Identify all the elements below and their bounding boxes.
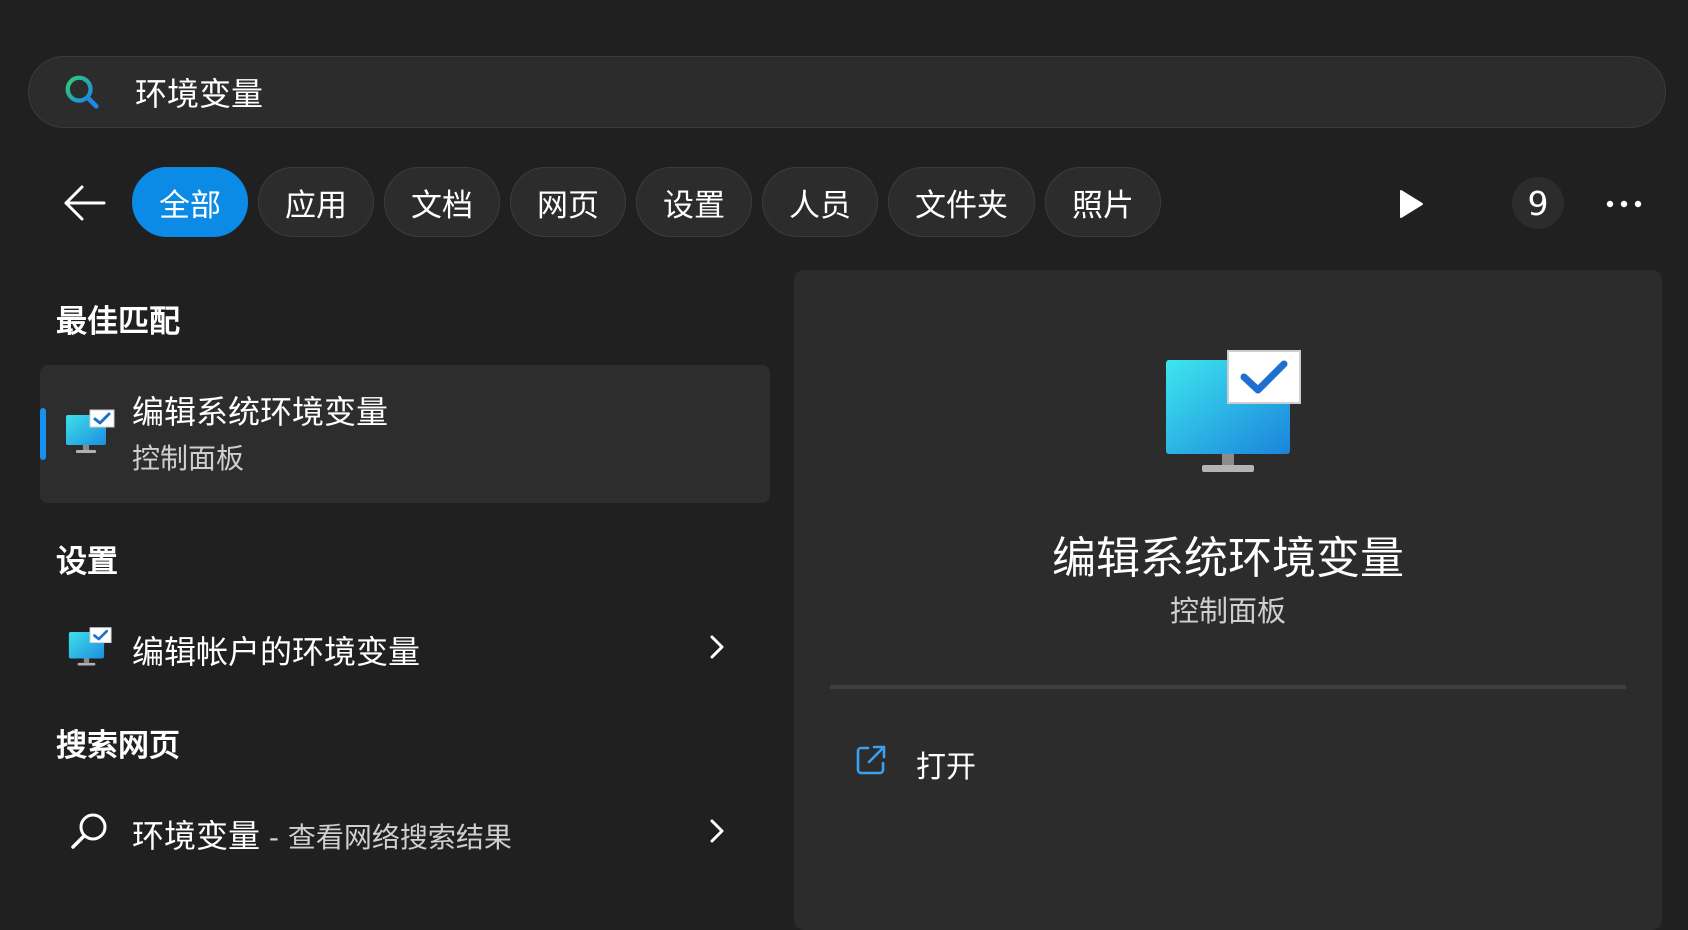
settings-result-item[interactable]: 编辑帐户的环境变量 (40, 607, 770, 687)
best-match-subtitle: 控制面板 (132, 442, 245, 475)
search-bar[interactable] (28, 56, 1666, 128)
search-input[interactable] (125, 57, 1545, 127)
best-match-heading: 最佳匹配 (56, 304, 180, 340)
best-match-title: 编辑系统环境变量 (132, 393, 389, 431)
search-icon (71, 813, 107, 849)
tab-settings[interactable]: 设置 (636, 167, 752, 237)
tab-folders[interactable]: 文件夹 (888, 167, 1035, 237)
tab-documents[interactable]: 文档 (384, 167, 500, 237)
play-icon[interactable] (1392, 186, 1428, 222)
web-search-heading: 搜索网页 (56, 728, 180, 764)
tab-apps[interactable]: 应用 (258, 167, 374, 237)
tab-all[interactable]: 全部 (132, 167, 248, 237)
web-search-suffix: - 查看网络搜索结果 (260, 821, 512, 854)
detail-panel: 编辑系统环境变量 控制面板 打开 (794, 270, 1662, 930)
open-button[interactable]: 打开 (834, 725, 1134, 795)
monitor-check-icon (66, 409, 115, 453)
best-match-result[interactable]: 编辑系统环境变量 控制面板 (40, 365, 770, 503)
open-external-icon (856, 745, 886, 775)
more-options-icon[interactable] (1604, 196, 1644, 212)
result-count-badge[interactable]: 9 (1512, 177, 1564, 229)
tab-photos[interactable]: 照片 (1045, 167, 1161, 237)
divider (830, 685, 1626, 689)
web-search-label: 环境变量 - 查看网络搜索结果 (132, 811, 512, 857)
web-search-result-item[interactable]: 环境变量 - 查看网络搜索结果 (40, 791, 770, 871)
settings-item-label: 编辑帐户的环境变量 (132, 633, 421, 671)
open-label: 打开 (916, 750, 976, 785)
detail-subtitle: 控制面板 (1169, 594, 1286, 628)
chevron-right-icon[interactable] (706, 631, 728, 663)
detail-title: 编辑系统环境变量 (1052, 533, 1404, 584)
tab-people[interactable]: 人员 (762, 167, 878, 237)
filter-tabs: 全部 应用 文档 网页 设置 人员 文件夹 照片 (132, 167, 1161, 237)
monitor-check-icon (1166, 350, 1301, 472)
back-arrow-icon[interactable] (60, 180, 108, 226)
selection-indicator (40, 408, 46, 460)
web-search-query: 环境变量 (132, 817, 261, 855)
search-icon (65, 75, 99, 109)
monitor-check-icon (68, 627, 112, 666)
tab-web[interactable]: 网页 (510, 167, 626, 237)
settings-heading: 设置 (56, 544, 118, 580)
chevron-right-icon[interactable] (706, 815, 728, 847)
